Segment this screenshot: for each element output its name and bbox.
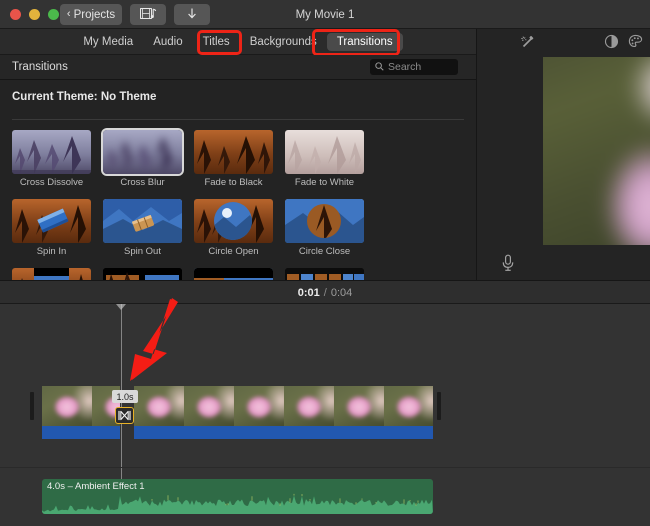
browser-title: Transitions <box>12 61 68 73</box>
browser-divider <box>12 119 464 120</box>
transition-thumbnail <box>103 130 182 174</box>
back-to-projects-button[interactable]: ‹ Projects <box>60 4 122 25</box>
transition-item-fade-to-black[interactable]: Fade to Black <box>194 130 279 188</box>
download-arrow-icon <box>186 7 198 23</box>
viewer-toolbar <box>477 29 650 55</box>
transition-thumbnail <box>12 268 91 280</box>
transition-item-fade-to-white[interactable]: Fade to White <box>285 130 370 188</box>
film-music-icon <box>139 7 157 23</box>
timecode-total: 0:04 <box>330 287 353 299</box>
transition-thumbnail <box>194 130 273 174</box>
microphone-icon[interactable] <box>501 254 515 277</box>
transition-bowtie-icon[interactable] <box>115 407 134 424</box>
transition-label: Circle Open <box>208 246 259 257</box>
browser-header: Transitions Search <box>0 55 476 80</box>
video-preview[interactable] <box>543 57 650 245</box>
clip-color-bar <box>134 426 433 439</box>
filmstrip <box>134 386 433 426</box>
transition-item-spin-out[interactable]: Spin Out <box>103 199 188 257</box>
timeline-toolbar: 0:01 / 0:04 <box>0 280 650 304</box>
filmstrip-frame <box>384 386 433 426</box>
transitions-grid: Cross Dissolve Cross Blur Fade to Black … <box>12 130 464 280</box>
transition-item-cross-dissolve[interactable]: Cross Dissolve <box>12 130 97 188</box>
transition-item-spin-in[interactable]: Spin In <box>12 199 97 257</box>
search-icon <box>375 58 384 76</box>
filmstrip-frame <box>334 386 384 426</box>
filmstrip-frame <box>184 386 234 426</box>
transition-item-swap[interactable]: Swap <box>103 268 188 280</box>
transition-thumbnail <box>194 268 273 280</box>
preview-frame-image <box>543 57 650 245</box>
video-track <box>0 386 650 442</box>
filmstrip <box>42 386 120 426</box>
transition-item-row3-2[interactable] <box>285 268 370 280</box>
imovie-window: My Movie 1 ‹ Projects My Media Audio Tit… <box>0 0 650 526</box>
transition-thumbnail <box>12 199 91 243</box>
transition-thumbnail <box>103 268 182 280</box>
transition-thumbnail <box>194 199 273 243</box>
transition-item-cross-blur[interactable]: Cross Blur <box>103 130 188 188</box>
clip-end-handle[interactable] <box>437 392 441 420</box>
transition-item-circle-open[interactable]: Circle Open <box>194 199 279 257</box>
transition-thumbnail <box>285 199 364 243</box>
tab-my-media[interactable]: My Media <box>73 33 143 51</box>
tab-audio[interactable]: Audio <box>143 33 192 51</box>
timeline[interactable]: 1.0s 4.0s – Ambient Effect 1 <box>0 304 650 526</box>
clip-start-handle[interactable] <box>30 392 34 420</box>
transitions-browser: Current Theme: No Theme Cross Dissolve C… <box>0 80 476 280</box>
audio-clip[interactable]: 4.0s – Ambient Effect 1 <box>42 479 433 514</box>
media-import-button[interactable] <box>130 4 166 25</box>
transition-duration-label[interactable]: 1.0s <box>112 390 138 403</box>
tab-titles[interactable]: Titles <box>193 33 240 51</box>
video-clip-2[interactable] <box>134 386 433 439</box>
transition-label: Circle Close <box>298 246 351 257</box>
current-theme-label: Current Theme: No Theme <box>12 91 157 103</box>
search-placeholder: Search <box>388 61 422 73</box>
color-balance-icon[interactable] <box>604 34 619 54</box>
tab-transitions[interactable]: Transitions <box>326 32 403 51</box>
transition-item-circle-close[interactable]: Circle Close <box>285 199 370 257</box>
transition-label: Fade to White <box>294 177 355 188</box>
chevron-left-icon: ‹ <box>66 7 71 20</box>
filmstrip-frame <box>134 386 184 426</box>
transition-label: Fade to Black <box>204 177 263 188</box>
filmstrip-frame <box>284 386 334 426</box>
filmstrip-frame <box>234 386 284 426</box>
clip-color-bar <box>42 426 120 439</box>
tab-backgrounds[interactable]: Backgrounds <box>240 33 327 51</box>
track-divider <box>0 467 650 468</box>
transition-item-doorway[interactable]: Doorway <box>12 268 97 280</box>
filmstrip-frame <box>42 386 92 426</box>
magic-wand-icon[interactable] <box>520 34 536 55</box>
color-palette-icon[interactable] <box>628 34 643 54</box>
audio-clip-label: 4.0s – Ambient Effect 1 <box>47 481 145 492</box>
transition-label: Spin Out <box>124 246 161 257</box>
viewer-panel <box>476 29 650 280</box>
transition-label: Cross Dissolve <box>19 177 84 188</box>
transition-thumbnail <box>285 130 364 174</box>
search-input[interactable]: Search <box>370 59 458 75</box>
video-clip-1[interactable] <box>42 386 120 439</box>
transition-thumbnail <box>103 199 182 243</box>
transition-thumbnail <box>285 268 364 280</box>
back-to-projects-label: Projects <box>73 8 116 21</box>
voiceover-area <box>477 247 543 280</box>
transition-thumbnail <box>12 130 91 174</box>
library-tab-bar: My Media Audio Titles Backgrounds Transi… <box>0 29 476 55</box>
audio-waveform <box>42 492 433 514</box>
transition-label: Spin In <box>36 246 67 257</box>
timecode-current: 0:01 <box>297 287 320 299</box>
timecode-display: 0:01 / 0:04 <box>0 281 650 305</box>
timecode-separator: / <box>323 287 327 299</box>
transition-label: Cross Blur <box>120 177 165 188</box>
title-bar: My Movie 1 ‹ Projects <box>0 0 650 29</box>
transition-item-row3-1[interactable] <box>194 268 279 280</box>
share-export-button[interactable] <box>174 4 210 25</box>
